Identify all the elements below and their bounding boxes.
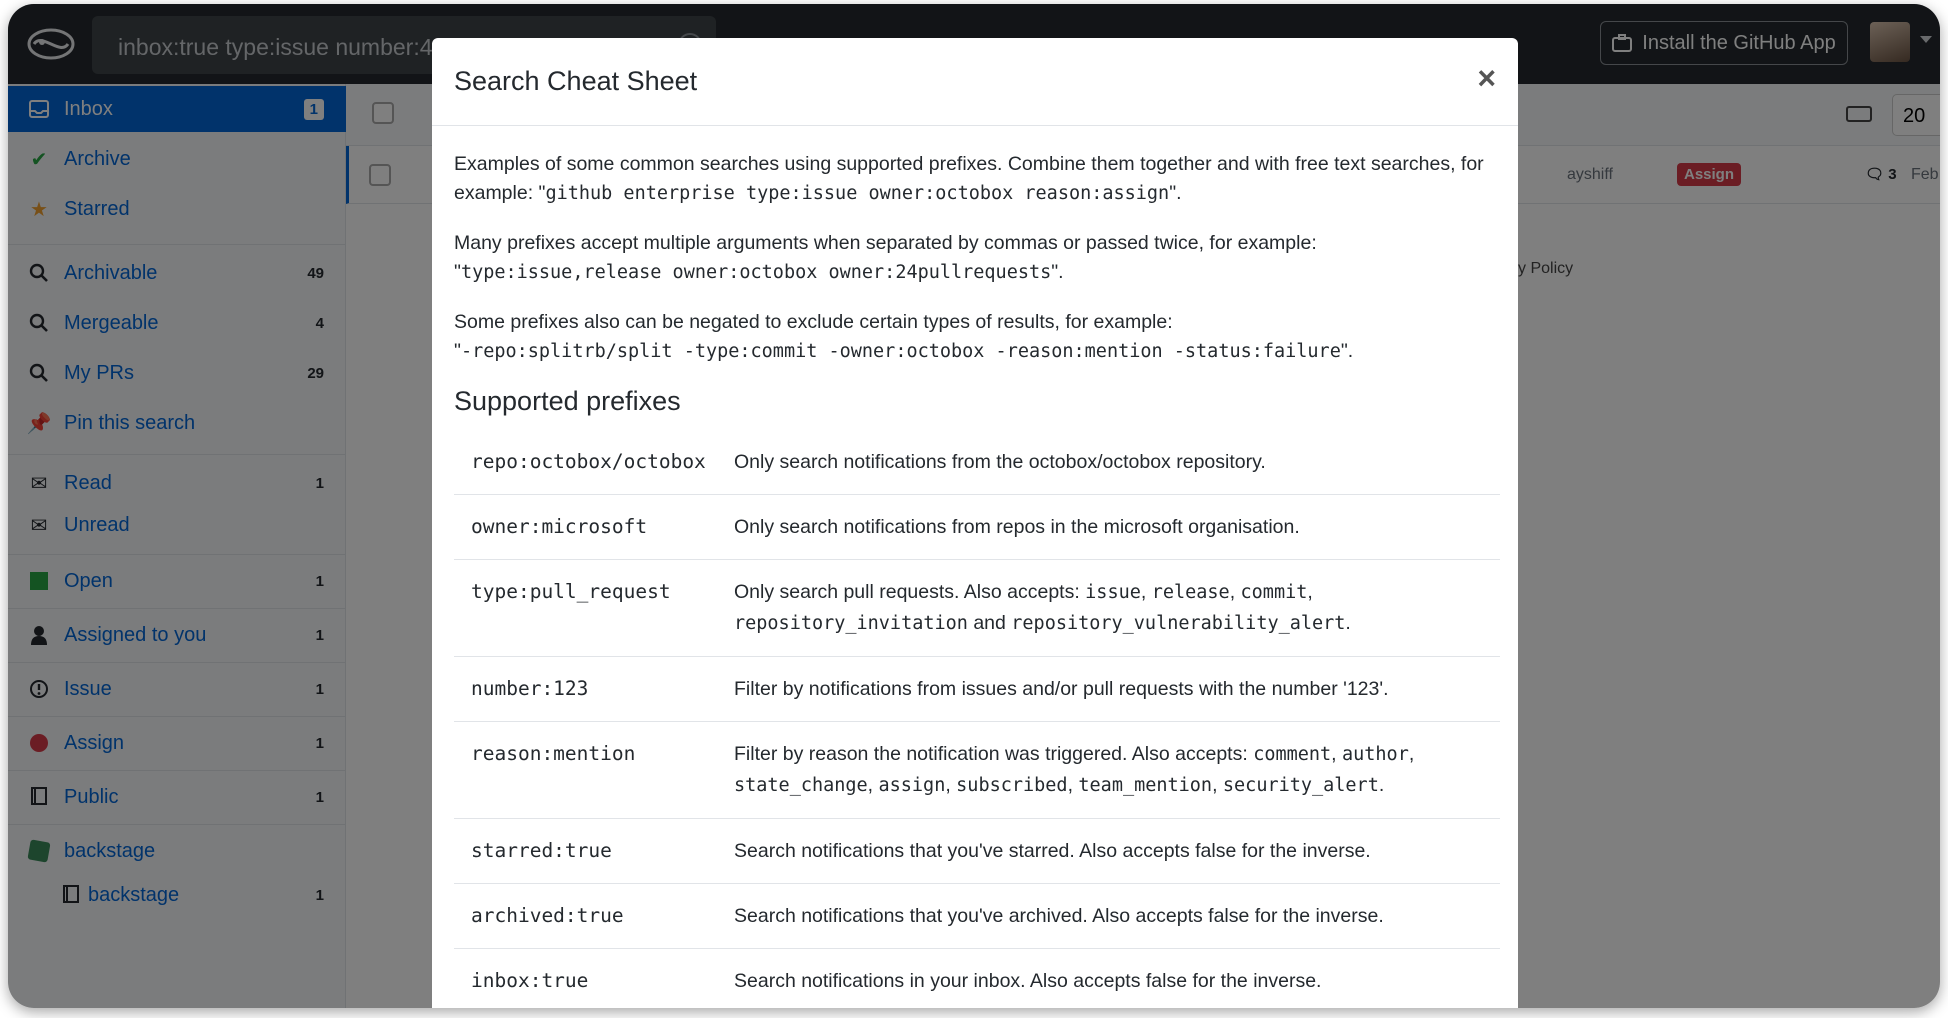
prefix-cell: number:123 bbox=[454, 656, 734, 722]
prefix-table: repo:octobox/octobox Only search notific… bbox=[454, 430, 1500, 1008]
prefix-code: number:123 bbox=[471, 677, 589, 700]
prefix-description: Search notifications that you've starred… bbox=[734, 818, 1500, 884]
quote-open: " bbox=[454, 261, 461, 283]
prefix-code: archived:true bbox=[471, 904, 624, 927]
prefix-cell: starred:true bbox=[454, 818, 734, 884]
table-row: reason:mention Filter by reason the noti… bbox=[454, 721, 1500, 819]
modal-body: Examples of some common searches using s… bbox=[432, 126, 1518, 1008]
description-text: Only search pull requests. Also accepts: bbox=[734, 581, 1086, 603]
prefix-description: Only search notifications from the octob… bbox=[734, 430, 1500, 495]
value-code: comment bbox=[1253, 744, 1332, 765]
prefix-description: Only search pull requests. Also accepts:… bbox=[734, 559, 1500, 657]
value-code: repository_invitation bbox=[734, 613, 968, 634]
example-code: -repo:splitrb/split -type:commit -owner:… bbox=[460, 341, 1341, 362]
close-icon[interactable]: × bbox=[1477, 60, 1496, 97]
prefix-code: owner:microsoft bbox=[471, 515, 648, 538]
intro-end: ". bbox=[1169, 182, 1182, 204]
intro-end: ". bbox=[1340, 340, 1354, 362]
intro-paragraph-negate: Some prefixes also can be negated to exc… bbox=[454, 308, 1496, 366]
prefix-code: reason:mention bbox=[471, 742, 636, 765]
modal-header: Search Cheat Sheet × bbox=[432, 38, 1518, 126]
value-code: release bbox=[1151, 582, 1230, 603]
prefix-cell: repo:octobox/octobox bbox=[454, 430, 734, 495]
prefix-code: repo:octobox/octobox bbox=[471, 450, 706, 473]
prefix-description: Search notifications in your inbox. Also… bbox=[734, 948, 1500, 1008]
intro-paragraph-multiple: Many prefixes accept multiple arguments … bbox=[454, 229, 1496, 287]
prefix-code: inbox:true bbox=[471, 969, 589, 992]
example-code: type:issue,release owner:octobox owner:2… bbox=[460, 262, 1052, 283]
prefix-cell: archived:true bbox=[454, 883, 734, 949]
prefix-cell: owner:microsoft bbox=[454, 494, 734, 560]
value-code: security_alert bbox=[1222, 775, 1379, 796]
modal-title: Search Cheat Sheet bbox=[454, 66, 698, 96]
prefix-code: type:pull_request bbox=[471, 580, 671, 603]
app-window: inbox:true type:issue number:4555 Instal… bbox=[8, 4, 1940, 1008]
table-row: repo:octobox/octobox Only search notific… bbox=[454, 430, 1500, 495]
prefix-cell: inbox:true bbox=[454, 948, 734, 1008]
prefix-cell: reason:mention bbox=[454, 721, 734, 819]
table-row: starred:true Search notifications that y… bbox=[454, 818, 1500, 884]
intro-text: Many prefixes accept multiple arguments … bbox=[454, 232, 1317, 254]
value-code: repository_vulnerability_alert bbox=[1011, 613, 1346, 634]
supported-prefixes-heading: Supported prefixes bbox=[454, 386, 681, 416]
value-code: state_change bbox=[734, 775, 868, 796]
prefix-description: Filter by reason the notification was tr… bbox=[734, 721, 1500, 819]
description-text: Filter by reason the notification was tr… bbox=[734, 743, 1254, 765]
table-row: number:123 Filter by notifications from … bbox=[454, 656, 1500, 722]
prefix-code: starred:true bbox=[471, 839, 612, 862]
value-code: author bbox=[1342, 744, 1409, 765]
intro-end: ". bbox=[1051, 261, 1064, 283]
value-code: subscribed bbox=[956, 775, 1068, 796]
table-row: archived:true Search notifications that … bbox=[454, 883, 1500, 949]
table-row: inbox:true Search notifications in your … bbox=[454, 948, 1500, 1008]
table-row: owner:microsoft Only search notification… bbox=[454, 494, 1500, 560]
table-row: type:pull_request Only search pull reque… bbox=[454, 559, 1500, 657]
value-code: issue bbox=[1085, 582, 1141, 603]
quote-open: " bbox=[454, 340, 461, 362]
value-code: commit bbox=[1240, 582, 1308, 603]
search-cheat-sheet-modal: Search Cheat Sheet × Examples of some co… bbox=[432, 38, 1518, 1008]
value-code: team_mention bbox=[1078, 775, 1213, 796]
intro-paragraph-combine: Examples of some common searches using s… bbox=[454, 150, 1496, 208]
intro-text: Some prefixes also can be negated to exc… bbox=[454, 311, 1173, 333]
prefix-cell: type:pull_request bbox=[454, 559, 734, 657]
example-code: github enterprise type:issue owner:octob… bbox=[545, 183, 1170, 204]
value-code: assign bbox=[878, 775, 946, 796]
prefix-description: Search notifications that you've archive… bbox=[734, 883, 1500, 949]
prefix-description: Filter by notifications from issues and/… bbox=[734, 656, 1500, 722]
prefix-description: Only search notifications from repos in … bbox=[734, 494, 1500, 560]
